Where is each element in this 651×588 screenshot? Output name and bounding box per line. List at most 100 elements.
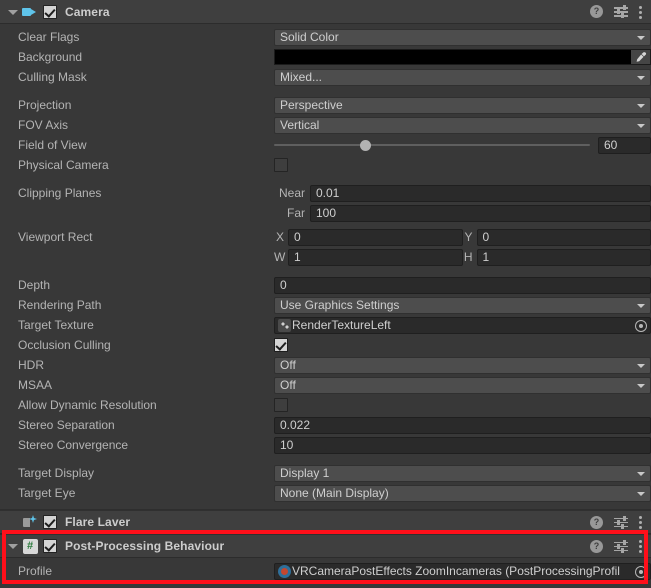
rendering-path-dropdown[interactable]: Use Graphics Settings [274,296,651,314]
context-menu-icon[interactable] [639,515,643,529]
occlusion-culling-checkbox[interactable] [274,338,288,352]
profile-object-field[interactable]: VRCameraPostEffects ZoomIncameras (PostP… [274,562,651,580]
viewport-h-label: H [463,250,473,264]
flare-layer-component-title: Flare Laver [65,515,131,529]
row-physical-camera: Physical Camera [0,155,651,175]
background-label: Background [18,50,83,64]
row-rendering-path: Rendering Path Use Graphics Settings [0,295,651,315]
depth-input[interactable]: 0 [274,276,651,294]
post-processing-enabled-checkbox[interactable] [43,539,57,553]
culling-mask-label: Culling Mask [18,70,87,84]
row-projection: Projection Perspective [0,95,651,115]
stereo-convergence-input[interactable]: 10 [274,436,651,454]
field-of-view-input[interactable]: 60 [598,136,651,154]
object-picker-icon[interactable] [635,319,647,332]
flare-layer-header-tools: ? [590,511,643,533]
help-icon[interactable]: ? [590,515,603,529]
fov-axis-value: Vertical [280,118,320,132]
viewport-x-label: X [275,230,284,244]
camera-properties: Clear Flags Solid Color Background Culli… [0,24,651,510]
preset-icon[interactable] [614,5,628,18]
row-msaa: MSAA Off [0,375,651,395]
clipping-far-input[interactable]: 100 [310,204,651,222]
chevron-down-icon [637,363,645,368]
hdr-label: HDR [18,358,44,372]
post-processing-profile-icon [278,564,291,578]
allow-dynamic-resolution-label: Allow Dynamic Resolution [18,398,157,412]
depth-label: Depth [18,278,51,292]
viewport-y-input[interactable]: 0 [476,228,651,246]
field-of-view-value: 60 [604,138,618,152]
msaa-dropdown[interactable]: Off [274,376,651,394]
row-fov-axis: FOV Axis Vertical [0,115,651,135]
viewport-h-value: 1 [482,250,490,264]
near-label: Near [278,186,305,200]
hdr-dropdown[interactable]: Off [274,356,651,374]
stereo-separation-input[interactable]: 0.022 [274,416,651,434]
stereo-separation-value: 0.022 [280,418,311,432]
unity-inspector-panel: Camera ? Clear Flags Solid Color Backgro… [0,0,651,588]
post-processing-foldout-arrow-icon[interactable] [6,539,20,553]
context-menu-icon[interactable] [639,539,643,553]
occlusion-culling-label: Occlusion Culling [18,338,111,352]
flare-layer-icon [22,514,38,530]
chevron-down-icon [637,471,645,476]
physical-camera-checkbox[interactable] [274,158,288,172]
rendering-path-value: Use Graphics Settings [280,298,400,312]
context-menu-icon[interactable] [639,5,643,19]
target-eye-value: None (Main Display) [280,486,389,500]
clipping-planes-label: Clipping Planes [18,186,102,200]
camera-enabled-checkbox[interactable] [43,4,57,19]
msaa-value: Off [280,378,296,392]
clipping-near-input[interactable]: 0.01 [310,184,651,202]
profile-value: VRCameraPostEffects ZoomIncameras (PostP… [292,564,620,578]
row-occlusion-culling: Occlusion Culling [0,335,651,355]
slider-track [274,144,590,146]
post-processing-properties: Profile VRCameraPostEffects ZoomIncamera… [0,558,651,581]
clipping-near-value: 0.01 [316,186,340,200]
help-icon[interactable]: ? [590,5,603,18]
viewport-w-label: W [274,250,286,264]
target-display-value: Display 1 [280,466,330,480]
flare-layer-component-header[interactable]: Flare Laver ? [0,510,651,534]
target-texture-value: RenderTextureLeft [292,318,391,332]
viewport-x-input[interactable]: 0 [288,228,463,246]
chevron-down-icon [637,103,645,108]
post-processing-behaviour-component-header[interactable]: # Post-Processing Behaviour ? [0,534,651,558]
viewport-y-label: Y [464,230,473,244]
preset-icon[interactable] [614,515,628,529]
viewport-x-value: 0 [294,230,301,244]
eyedropper-icon[interactable] [631,50,650,64]
field-of-view-slider[interactable] [274,137,598,153]
physical-camera-label: Physical Camera [18,158,109,172]
projection-value: Perspective [280,98,343,112]
object-picker-icon[interactable] [635,565,647,578]
post-processing-header-tools: ? [590,535,643,557]
clear-flags-dropdown[interactable]: Solid Color [274,28,651,46]
preset-icon[interactable] [614,539,628,553]
flare-layer-enabled-checkbox[interactable] [43,515,57,529]
fov-axis-dropdown[interactable]: Vertical [274,116,651,134]
target-texture-object-field[interactable]: RenderTextureLeft [274,316,651,334]
viewport-w-input[interactable]: 1 [288,248,463,266]
help-icon[interactable]: ? [590,539,603,553]
camera-foldout-arrow-icon[interactable] [6,5,20,19]
hdr-value: Off [280,358,296,372]
target-display-dropdown[interactable]: Display 1 [274,464,651,482]
chevron-down-icon [637,491,645,496]
culling-mask-dropdown[interactable]: Mixed... [274,68,651,86]
field-of-view-label: Field of View [18,138,87,152]
viewport-h-input[interactable]: 1 [476,248,651,266]
camera-component-header[interactable]: Camera ? [0,0,651,24]
clipping-far-value: 100 [316,206,337,220]
camera-component-title: Camera [65,4,110,19]
slider-handle[interactable] [359,140,371,151]
projection-dropdown[interactable]: Perspective [274,96,651,114]
background-color-swatch[interactable] [274,49,651,65]
allow-dynamic-resolution-checkbox[interactable] [274,398,288,412]
row-field-of-view: Field of View 60 [0,135,651,155]
csharp-script-icon: # [22,538,38,554]
row-culling-mask: Culling Mask Mixed... [0,67,651,87]
depth-value: 0 [280,278,287,292]
target-eye-dropdown[interactable]: None (Main Display) [274,484,651,502]
